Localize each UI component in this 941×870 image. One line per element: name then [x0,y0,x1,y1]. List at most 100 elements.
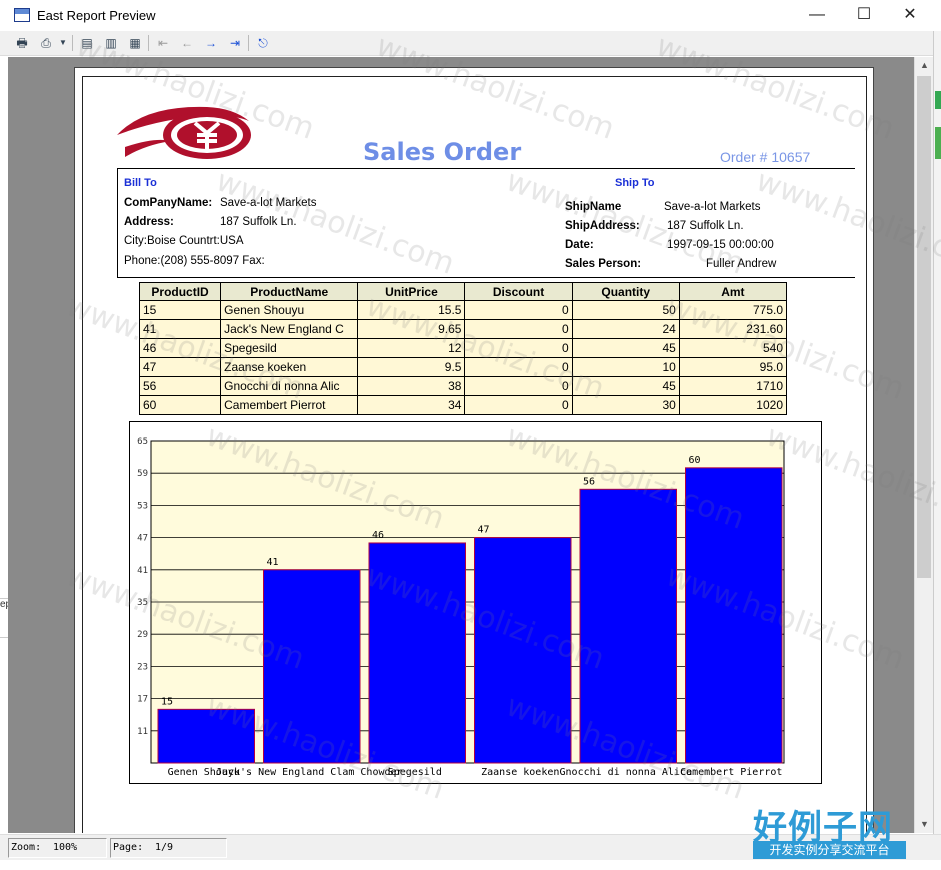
table-cell: 1020 [678,395,788,415]
table-cell: 56 [138,376,222,396]
report-title: Sales Order [363,138,522,166]
table-cell: 9.5 [357,357,466,377]
data-label: 46 [372,530,384,541]
table-row: 56 Gnocchi di nonna Alic 38 0 45 1710 [138,376,788,396]
table-cell: 95.0 [678,357,788,377]
table-row: 15 Genen Shouyu 15.5 0 50 775.0 [138,300,788,320]
scroll-down-icon[interactable]: ▼ [915,816,934,833]
export-icon[interactable]: ⎙ [37,34,55,52]
first-page-icon[interactable]: ⇤ [154,34,172,52]
site-brand-watermark: 好例子网 开发实例分享交流平台 [753,800,909,862]
page-label: Page: [113,842,144,853]
data-label: 15 [161,696,173,707]
x-tick-label: Camembert Pierrot [680,767,782,778]
zoom-value: 100% [53,842,78,853]
table-row: 60 Camembert Pierrot 34 0 30 1020 [138,395,788,415]
y-tick-label: 53 [137,501,148,511]
table-cell: 0 [464,300,573,320]
app-icon [14,8,30,22]
y-tick-label: 47 [137,534,148,544]
sales-person-label: Sales Person: [565,258,642,270]
single-page-icon[interactable]: ▤ [78,34,96,52]
date-value: 1997-09-15 00:00:00 [667,239,774,251]
company-value: Save-a-lot Markets [220,197,317,209]
address-box: Bill To ComPanyName: Save-a-lot Markets … [117,168,855,278]
table-row: 46 Spegesild 12 0 45 540 [138,338,788,358]
chart-canvas: 1117232935414753596515Genen Shouyu41Jack… [137,437,785,778]
ship-name-value: Save-a-lot Markets [664,201,761,213]
background-window-edge: ep [0,598,8,638]
table-cell: 46 [138,338,222,358]
table-cell: Zaanse koeken [220,357,359,377]
sales-bar-chart: 11 17 23 29 35 41 47 53 59 65 15 Genen Shouyu 41 Jack… [129,421,822,784]
column-header: Amt [678,282,788,301]
bar [474,537,572,764]
data-label: 56 [583,476,595,487]
zoom-label: Zoom: [11,842,42,853]
next-page-icon[interactable]: → [202,34,220,52]
table-cell: 24 [571,319,680,339]
table-cell: 38 [357,376,466,396]
window-title: East Report Preview [37,8,156,23]
table-cell: Camembert Pierrot [220,395,359,415]
table-cell: 231.60 [678,319,788,339]
table-cell: 15.5 [357,300,466,320]
table-cell: 34 [357,395,466,415]
brand-tagline: 开发实例分享交流平台 [753,841,906,859]
toolbar-separator [248,35,249,51]
last-page-icon[interactable]: ⇥ [226,34,244,52]
order-details-table: ProductID ProductName UnitPrice Discount… [138,282,788,415]
table-cell: 60 [138,395,222,415]
y-tick-label: 17 [137,695,148,705]
column-header: UnitPrice [357,282,466,301]
table-cell: 0 [464,338,573,358]
y-tick-label: 11 [137,727,148,737]
preview-viewport[interactable]: Sales Order Order # 10657 Bill To ComPan… [8,57,914,833]
table-cell: Spegesild [220,338,359,358]
vertical-scrollbar[interactable]: ▲ ▼ [914,57,933,833]
scroll-up-icon[interactable]: ▲ [915,57,934,74]
toolbar-separator [72,35,73,51]
column-header: Discount [464,282,573,301]
table-cell: 10 [571,357,680,377]
two-pages-icon[interactable]: ▥ [102,34,120,52]
report-page: Sales Order Order # 10657 Bill To ComPan… [74,67,874,833]
data-label: 41 [267,557,279,568]
table-row: 47 Zaanse koeken 9.5 0 10 95.0 [138,357,788,377]
exit-icon[interactable]: ⎋ [254,34,272,52]
y-tick-label: 29 [137,630,148,640]
y-tick-label: 41 [137,566,148,576]
y-tick-label: 23 [137,662,148,672]
table-cell: 41 [138,319,222,339]
close-button[interactable]: ✕ [887,0,933,30]
data-label: 47 [478,525,490,536]
ship-name-label: ShipName [565,201,622,213]
table-cell: 47 [138,357,222,377]
data-label: 60 [689,455,701,466]
table-cell: 9.65 [357,319,466,339]
previous-page-icon[interactable]: ← [178,34,196,52]
ship-address-value: 187 Suffolk Ln. [667,220,744,232]
print-icon[interactable]: 🖶 [13,34,31,52]
table-cell: 0 [464,376,573,396]
multi-pages-icon[interactable]: ▦ [126,34,144,52]
address-label: Address: [124,216,174,228]
x-tick-label: Zaanse koeken [481,767,559,778]
column-header: Quantity [571,282,680,301]
scroll-thumb[interactable] [917,76,931,578]
background-accent [935,91,941,109]
phone-fax-line: Phone:(208) 555-8097 Fax: [124,255,265,267]
x-tick-label: Spegesild [388,767,442,778]
minimize-button[interactable]: — [794,0,840,30]
table-cell: 775.0 [678,300,788,320]
maximize-button[interactable]: ☐ [841,0,887,30]
table-cell: 30 [571,395,680,415]
y-tick-label: 59 [137,469,148,479]
table-header-row: ProductID ProductName UnitPrice Discount… [138,282,788,301]
table-cell: 50 [571,300,680,320]
dropdown-arrow-icon[interactable]: ▼ [57,34,69,52]
x-tick-label: Jack's New England Clam Chowder [216,767,403,778]
background-window-strip [933,31,941,836]
ship-address-label: ShipAddress: [565,220,640,232]
table-cell: 12 [357,338,466,358]
